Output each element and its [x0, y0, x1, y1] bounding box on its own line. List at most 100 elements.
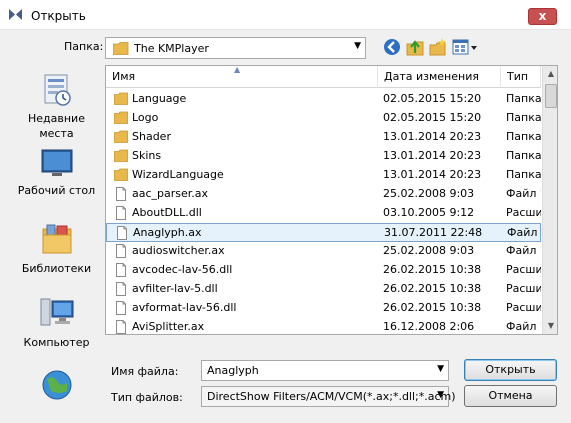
file-type: Папка [506, 92, 541, 105]
file-name: WizardLanguage [132, 168, 224, 181]
file-row[interactable]: Logo 02.05.2015 15:20 Папка [106, 109, 541, 128]
place-desktop[interactable]: Рабочий стол [11, 149, 102, 198]
column-header-type[interactable]: Тип [501, 66, 541, 88]
title-bar: Открыть x [0, 0, 571, 30]
place-label: Компьютер [23, 336, 90, 349]
folder-dropdown[interactable]: The KMPlayer ▼ [105, 37, 366, 59]
file-icon [116, 187, 126, 201]
column-header-name[interactable]: Имя [106, 66, 378, 88]
file-row[interactable]: avformat-lav-56.dll 26.02.2015 10:38 Расши [106, 299, 541, 318]
file-row[interactable]: aac_parser.ax 25.02.2008 9:03 Файл ' [106, 185, 541, 204]
column-header-date[interactable]: Дата изменения [378, 66, 501, 88]
file-row[interactable]: AviSplitter.ax 16.12.2008 2:06 Файл ' [106, 318, 541, 334]
file-type: Папка [506, 149, 541, 162]
folder-icon [114, 168, 128, 181]
scroll-up-icon[interactable]: ▲ [543, 66, 557, 82]
chevron-down-icon[interactable]: ▼ [437, 390, 444, 400]
computer-icon [40, 298, 73, 326]
file-row[interactable]: Shader 13.01.2014 20:23 Папка [106, 128, 541, 147]
folder-icon [114, 130, 128, 143]
file-date: 31.07.2011 22:48 [384, 226, 483, 239]
file-icon [116, 301, 126, 315]
place-recent[interactable]: Недавние места [11, 73, 102, 141]
file-type: Файл ' [506, 244, 541, 257]
file-date: 13.01.2014 20:23 [383, 149, 482, 162]
file-date: 16.12.2008 2:06 [383, 320, 475, 333]
scroll-down-icon[interactable]: ▼ [543, 318, 557, 334]
file-date: 13.01.2014 20:23 [383, 130, 482, 143]
file-name: Shader [132, 130, 171, 143]
place-label: Рабочий стол [17, 184, 96, 197]
file-date: 13.01.2014 20:23 [383, 168, 482, 181]
filename-value: Anaglyph [207, 364, 259, 377]
place-label: Библиотеки [21, 262, 92, 275]
file-icon [116, 244, 126, 258]
cancel-button[interactable]: Отмена [464, 385, 557, 407]
folder-icon [114, 111, 128, 124]
file-type: Файл ' [506, 320, 541, 333]
file-icon [116, 263, 126, 277]
file-name: avfilter-lav-5.dll [132, 282, 218, 295]
file-row[interactable]: Skins 13.01.2014 20:23 Папка [106, 147, 541, 166]
file-row[interactable]: Language 02.05.2015 15:20 Папка [106, 90, 541, 109]
file-name: Anaglyph.ax [133, 226, 202, 239]
close-button[interactable]: x [528, 8, 557, 25]
place-computer[interactable]: Компьютер [11, 297, 102, 350]
file-name: aac_parser.ax [132, 187, 209, 200]
folder-icon [114, 92, 128, 105]
view-menu-icon[interactable] [452, 38, 478, 56]
file-icon [116, 206, 126, 220]
file-row[interactable]: audioswitcher.ax 25.02.2008 9:03 Файл ' [106, 242, 541, 261]
file-type: Расши [506, 263, 541, 276]
file-list[interactable]: ▲ Имя Дата изменения Тип Language 02.05.2… [105, 65, 558, 335]
file-name: Logo [132, 111, 159, 124]
file-type: Папка [506, 130, 541, 143]
file-date: 03.10.2005 9:12 [383, 206, 475, 219]
file-type: Папка [506, 111, 541, 124]
file-date: 25.02.2008 9:03 [383, 187, 475, 200]
new-folder-icon[interactable] [429, 38, 447, 56]
filename-input[interactable]: Anaglyph ▼ [201, 360, 449, 381]
app-logo-icon [9, 9, 22, 20]
file-name: audioswitcher.ax [132, 244, 225, 257]
file-icon [116, 282, 126, 296]
folder-icon [113, 42, 129, 55]
file-row[interactable]: Anaglyph.ax 31.07.2011 22:48 Файл ' [106, 223, 542, 242]
file-type: Папка [506, 168, 541, 181]
file-row[interactable]: avfilter-lav-5.dll 26.02.2015 10:38 Расши [106, 280, 541, 299]
file-type: Расши [506, 206, 541, 219]
chevron-down-icon[interactable]: ▼ [437, 364, 444, 374]
file-date: 25.02.2008 9:03 [383, 244, 475, 257]
network-icon [42, 370, 71, 400]
scroll-thumb[interactable] [545, 84, 557, 108]
back-icon[interactable] [383, 38, 401, 56]
file-type: Расши [506, 301, 541, 314]
file-row[interactable]: AboutDLL.dll 03.10.2005 9:12 Расши [106, 204, 541, 223]
place-network[interactable] [11, 367, 102, 405]
file-date: 02.05.2015 15:20 [383, 111, 482, 124]
filetype-select[interactable]: DirectShow Filters/ACM/VCM(*.ax;*.dll;*.… [201, 386, 456, 407]
file-row[interactable]: WizardLanguage 13.01.2014 20:23 Папка [106, 166, 541, 185]
up-folder-icon[interactable] [406, 38, 424, 56]
places-bar: Недавние места Рабочий стол Библиотеки К… [11, 65, 102, 420]
libraries-icon [42, 224, 71, 254]
place-libraries[interactable]: Библиотеки [11, 223, 102, 276]
file-name: avcodec-lav-56.dll [132, 263, 233, 276]
folder-icon [114, 149, 128, 162]
file-type: Файл ' [507, 226, 542, 239]
file-type: Файл ' [506, 187, 541, 200]
file-name: avformat-lav-56.dll [132, 301, 237, 314]
file-row[interactable]: avcodec-lav-56.dll 26.02.2015 10:38 Расши [106, 261, 541, 280]
chevron-down-icon: ▼ [354, 41, 361, 51]
file-name: Language [132, 92, 187, 105]
desktop-icon [41, 149, 72, 176]
recent-places-icon [44, 74, 71, 106]
file-icon [117, 226, 127, 240]
folder-label: Папка: [64, 40, 104, 53]
open-button[interactable]: Открыть [464, 359, 557, 381]
file-name: Skins [132, 149, 162, 162]
filename-label: Имя файла: [111, 365, 179, 378]
vertical-scrollbar[interactable]: ▲ ▼ [542, 66, 557, 334]
file-type: Расши [506, 282, 541, 295]
file-date: 02.05.2015 15:20 [383, 92, 482, 105]
